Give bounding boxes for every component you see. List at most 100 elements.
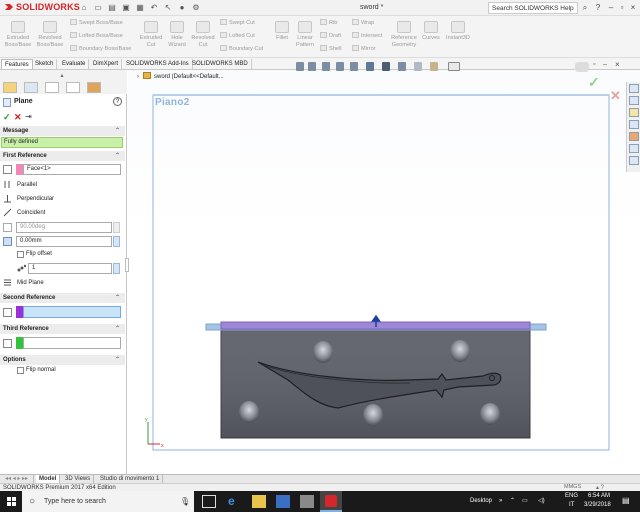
undo-icon[interactable]: ↶ <box>148 3 160 13</box>
curves-button[interactable]: Curves <box>421 21 441 42</box>
solidworks-logo[interactable]: SOLIDWORKS <box>4 2 80 12</box>
keep-visible-pin-icon[interactable]: ⇥ <box>25 112 32 121</box>
help-icon[interactable]: ? <box>593 2 603 14</box>
feature-manager-icon[interactable] <box>3 82 17 93</box>
ok-check-icon[interactable]: ✓ <box>3 112 11 123</box>
edge-browser-icon[interactable]: e <box>228 495 242 508</box>
network-icon[interactable]: ▭ <box>522 497 528 504</box>
window-restore-icon[interactable]: ▫ <box>593 61 595 68</box>
expand-arrow-icon[interactable]: ▴ <box>55 72 69 79</box>
task-view-icon[interactable] <box>202 495 216 508</box>
home-icon[interactable]: ⌂ <box>78 3 90 13</box>
distance-spinner[interactable] <box>113 236 120 247</box>
angle-spinner[interactable] <box>113 222 120 233</box>
taskbar-search-box[interactable]: ○ Type here to search 🎙︎ <box>22 491 194 512</box>
window-minimize-icon[interactable]: – <box>603 61 607 68</box>
tab-addins[interactable]: SOLIDWORKS Add-Ins <box>123 59 193 69</box>
new-document-icon[interactable]: ▭ <box>92 3 104 13</box>
save-icon[interactable]: ▣ <box>120 3 132 13</box>
desktop-label[interactable]: Desktop <box>470 498 492 504</box>
tab-mbd[interactable]: SOLIDWORKS MBD <box>189 59 252 69</box>
third-reference-field[interactable] <box>23 337 121 349</box>
region-indicator[interactable]: IT <box>569 502 574 508</box>
restore-icon[interactable]: ▫ <box>617 2 627 14</box>
tray-overflow-icon[interactable]: ⌃ <box>510 497 515 504</box>
file-explorer-icon[interactable] <box>629 108 639 117</box>
swept-cut-button[interactable]: Swept Cut <box>220 19 255 27</box>
forum-icon[interactable] <box>629 156 639 165</box>
appearances-icon[interactable] <box>629 132 639 141</box>
solidworks-resources-icon[interactable] <box>629 84 639 93</box>
options-header[interactable]: Options ⌃ <box>0 355 125 365</box>
store-icon[interactable] <box>276 495 290 508</box>
tab-dimxpert[interactable]: DimXpert <box>90 59 123 69</box>
third-reference-header[interactable]: Third Reference ⌃ <box>0 324 125 334</box>
first-reference-header[interactable]: First Reference ⌃ <box>0 151 125 161</box>
status-arrow-icon[interactable]: ▴ ? <box>596 484 604 491</box>
angle-icon[interactable] <box>3 223 12 232</box>
draft-button[interactable]: Draft <box>320 32 341 40</box>
flip-offset-checkbox[interactable] <box>17 251 24 258</box>
mirror-button[interactable]: Mirror <box>352 45 376 53</box>
instances-field[interactable]: 1 <box>28 263 112 274</box>
clock-date[interactable]: 3/29/2018 <box>584 502 611 508</box>
fillet-button[interactable]: Fillet <box>272 21 292 42</box>
file-explorer-icon[interactable] <box>252 495 266 508</box>
app-icon[interactable] <box>300 495 314 508</box>
coincident-icon[interactable] <box>3 208 12 217</box>
perpendicular-icon[interactable] <box>3 194 12 203</box>
open-icon[interactable]: ▤ <box>106 3 118 13</box>
model-viewport[interactable]: x y <box>128 70 640 474</box>
options-icon[interactable]: ⚙ <box>190 3 202 13</box>
boundary-boss-button[interactable]: Boundary Boss/Base <box>70 45 131 53</box>
tab-evaluate[interactable]: Evaluate <box>59 59 90 69</box>
print-icon[interactable]: ▦ <box>134 3 146 13</box>
notifications-icon[interactable]: ▤ <box>622 496 630 505</box>
cancel-x-icon[interactable]: ✕ <box>14 112 22 123</box>
extruded-boss-button[interactable]: Extruded Boss/Base <box>3 21 33 48</box>
intersect-button[interactable]: Intersect <box>352 32 382 40</box>
mid-plane-option[interactable]: Mid Plane <box>17 280 44 286</box>
reference-geometry-button[interactable]: Reference Geometry <box>388 21 420 48</box>
language-indicator[interactable]: ENG <box>565 493 578 499</box>
solidworks-taskbar-icon[interactable] <box>320 491 342 512</box>
boundary-cut-button[interactable]: Boundary Cut <box>220 45 263 53</box>
lofted-boss-button[interactable]: Lofted Boss/Base <box>70 32 123 40</box>
design-library-icon[interactable] <box>629 96 639 105</box>
message-section-header[interactable]: Message ⌃ <box>0 126 125 136</box>
first-reference-field[interactable]: Face<1> <box>23 164 121 175</box>
angle-field[interactable]: 90.00deg <box>16 222 112 233</box>
dimxpert-manager-icon[interactable] <box>66 82 80 93</box>
volume-icon[interactable]: ◁) <box>538 497 545 504</box>
wrap-button[interactable]: Wrap <box>352 19 374 27</box>
perpendicular-option[interactable]: Perpendicular <box>17 196 54 202</box>
property-manager-icon[interactable] <box>24 82 38 93</box>
revolved-cut-button[interactable]: Revolved Cut <box>190 21 216 48</box>
lofted-cut-button[interactable]: Lofted Cut <box>220 32 255 40</box>
tray-chevron-icon[interactable]: » <box>499 498 502 504</box>
start-button[interactable] <box>0 491 22 512</box>
custom-properties-icon[interactable] <box>629 144 639 153</box>
minimize-icon[interactable]: – <box>606 2 616 14</box>
units-indicator[interactable]: MMGS <box>564 484 581 490</box>
window-close-icon[interactable]: × <box>615 60 620 69</box>
second-reference-header[interactable]: Second Reference ⌃ <box>0 293 125 303</box>
instant3d-button[interactable]: Instant3D <box>444 21 472 42</box>
microphone-icon[interactable]: 🎙︎ <box>180 491 190 512</box>
instances-spinner[interactable] <box>113 263 120 274</box>
coincident-option[interactable]: Coincident <box>17 210 45 216</box>
configuration-manager-icon[interactable] <box>45 82 59 93</box>
extruded-cut-button[interactable]: Extruded Cut <box>138 21 164 48</box>
rib-button[interactable]: Rib <box>320 19 337 27</box>
second-reference-field[interactable] <box>23 306 121 318</box>
flip-normal-checkbox[interactable] <box>17 367 24 374</box>
clock-time[interactable]: 6:54 AM <box>588 493 610 499</box>
search-icon[interactable]: ⌕ <box>580 2 590 14</box>
linear-pattern-button[interactable]: Linear Pattern <box>293 21 317 48</box>
parallel-icon[interactable] <box>3 180 12 189</box>
hole-wizard-button[interactable]: Hole Wizard <box>165 21 189 48</box>
rebuild-icon[interactable]: ● <box>176 3 188 13</box>
tab-sketch[interactable]: Sketch <box>32 59 58 69</box>
offset-distance-icon[interactable] <box>3 237 12 246</box>
tab-features[interactable]: Features <box>1 59 33 69</box>
